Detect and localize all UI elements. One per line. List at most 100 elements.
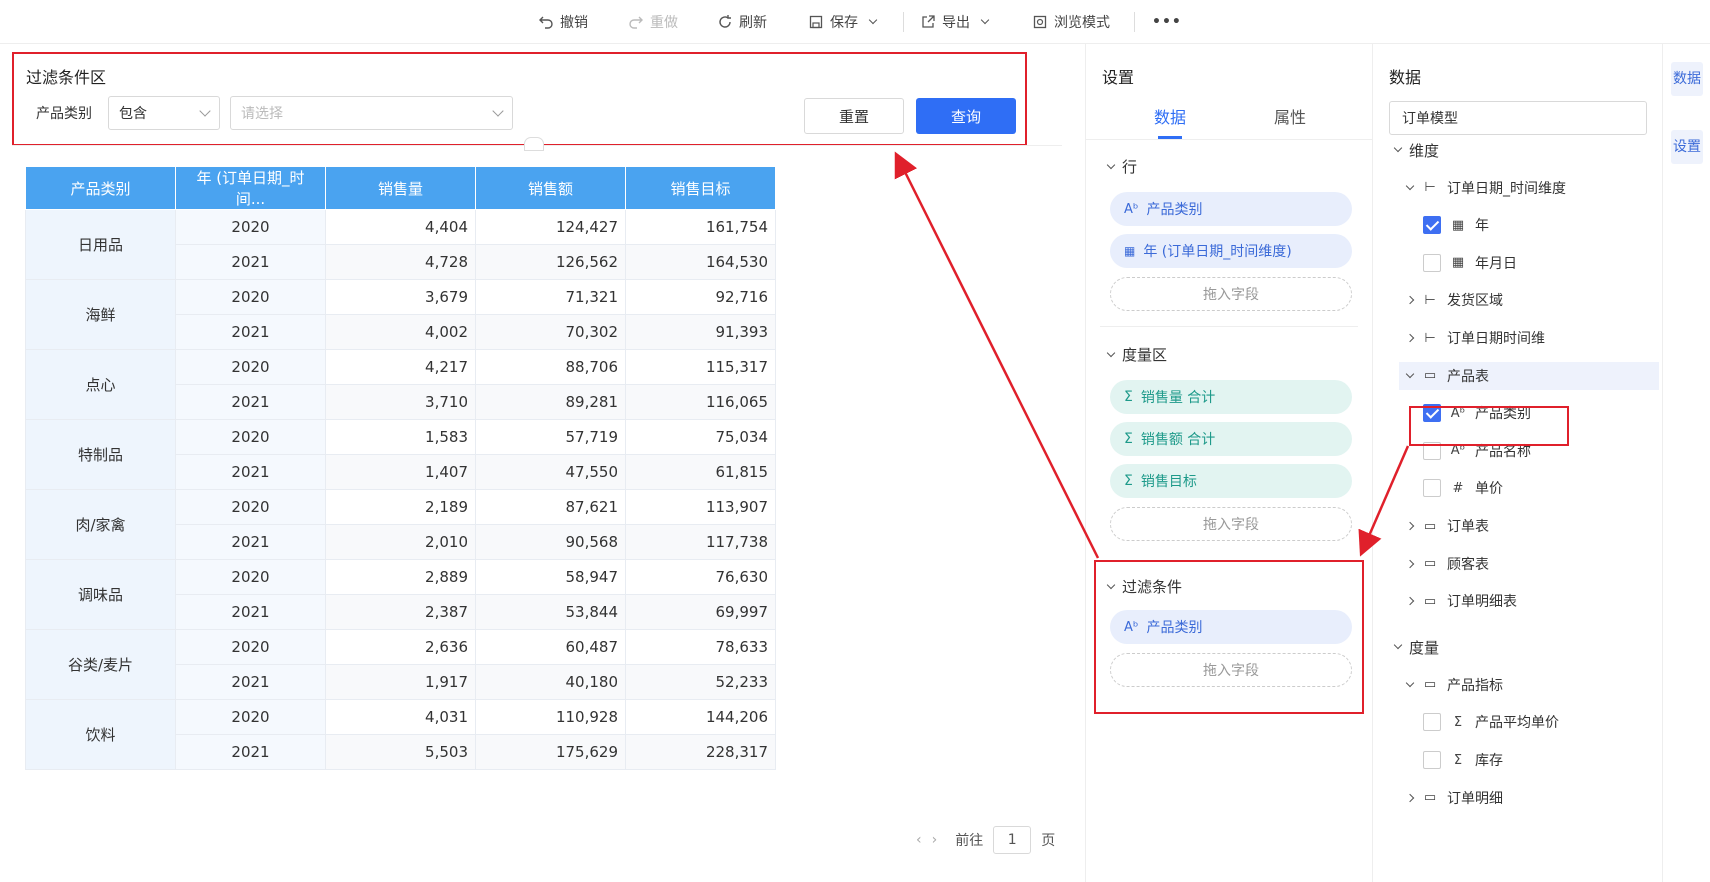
rows-section-label: 行 [1122,158,1138,176]
row-field-pill[interactable]: Aᵇ 产品类别 [1110,192,1352,226]
value-cell: 2,010 [325,524,476,560]
tree-item-label: 顾客表 [1447,556,1489,573]
side-tab-settings[interactable]: 设置 [1671,130,1703,164]
prev-page-icon[interactable]: ‹ [916,832,922,848]
value-cell: 69,997 [625,594,776,630]
tree-folder-item[interactable]: ▭ 订单明细 [1405,784,1503,812]
tree-field-item[interactable]: Σ 库存 [1423,746,1503,774]
value-cell: 2,387 [325,594,476,630]
table-row: 谷类/麦片 2020 2,636 60,487 78,633 [25,629,776,700]
sum-icon: Σ [1453,714,1463,730]
filter-drop-zone[interactable]: 拖入字段 [1110,653,1352,687]
chevron-down-icon [1405,369,1415,378]
column-header[interactable]: 产品类别 [25,166,176,210]
column-header[interactable]: 销售额 [475,166,626,210]
tree-folder-item[interactable]: ▭ 产品指标 [1405,671,1503,699]
tree-folder-item[interactable]: ▭ 订单明细表 [1405,587,1517,615]
filter-field-label: 产品类别 [1146,620,1203,636]
sum-icon: Σ [1124,431,1133,447]
filter-field-pill[interactable]: Aᵇ 产品类别 [1110,610,1352,644]
chevron-down-icon [980,15,990,25]
field-checkbox[interactable] [1423,253,1441,272]
value-cell: 53,844 [475,594,626,630]
rows-section-header[interactable]: 行 [1106,156,1138,177]
redo-icon [629,16,643,29]
row-field-pill[interactable]: ▦ 年 (订单日期_时间维度) [1110,234,1352,268]
measure-section-header[interactable]: 度量区 [1106,344,1167,365]
measures-group[interactable]: 度量 [1393,633,1439,661]
tree-field-item[interactable]: ▦ 年月日 [1423,249,1517,277]
tree-item-label: 产品平均单价 [1475,715,1559,732]
redo-button[interactable]: 重做 [628,10,678,34]
value-cell: 2,889 [325,559,476,595]
next-page-icon[interactable]: › [932,832,938,848]
toolbar-divider [903,12,904,32]
value-cell: 1,583 [325,419,476,455]
tree-folder-item[interactable]: ⊢ 订单日期_时间维度 [1405,174,1566,202]
table-row: 肉/家禽 2020 2,189 87,621 113,907 [25,489,776,560]
arrow-to-filter-area [894,151,1100,559]
value-cell: 113,907 [625,489,776,525]
column-header[interactable]: 销售目标 [625,166,776,210]
measure-drop-zone[interactable]: 拖入字段 [1110,507,1352,541]
tree-field-item[interactable]: Σ 产品平均单价 [1423,708,1559,736]
tree-item-label: 订单日期时间维 [1447,331,1545,347]
row-field-label: 年 (订单日期_时间维度) [1143,244,1292,260]
field-checkbox[interactable] [1423,479,1441,498]
hierarchy-icon: ⊢ [1424,180,1436,196]
value-cell: 5,503 [325,734,476,770]
tab-data[interactable]: 数据 [1154,104,1186,128]
tree-folder-item[interactable]: ⊢ 订单日期时间维 [1405,324,1545,352]
tree-item-label: 年月日 [1475,255,1517,272]
page-input[interactable]: 1 [993,826,1032,854]
tree-folder-item[interactable]: ⊢ 发货区域 [1405,286,1503,314]
measure-field-pill[interactable]: Σ 销售目标 [1110,464,1352,498]
dimensions-label: 维度 [1409,141,1440,160]
row-drop-zone[interactable]: 拖入字段 [1110,277,1352,311]
more-icon[interactable]: ••• [1152,10,1182,34]
value-cell: 144,206 [625,699,776,735]
column-header[interactable]: 销售量 [325,166,476,210]
collapse-handle[interactable] [524,137,544,151]
value-cell: 76,630 [625,559,776,595]
operator-select[interactable]: 包含 [108,96,220,130]
value-cell: 126,562 [475,244,626,280]
value-cell: 3,710 [325,384,476,420]
tree-folder-item[interactable]: ▭ 产品表 [1399,361,1659,390]
model-select[interactable]: 订单模型 [1389,101,1647,135]
tree-field-item[interactable]: # 单价 [1423,474,1503,502]
value-cell: 70,302 [475,314,626,350]
value-cell: 3,679 [325,279,476,315]
tree-item-label: 年 [1475,218,1489,235]
query-button[interactable]: 查询 [916,98,1016,134]
filter-section-header[interactable]: 过滤条件 [1106,576,1182,597]
field-checkbox[interactable] [1423,751,1441,769]
value-cell: 4,728 [325,244,476,280]
value-select[interactable]: 请选择 [230,96,513,130]
dimensions-group[interactable]: 维度 [1393,136,1440,164]
column-header[interactable]: 年 (订单日期_时间... [175,166,326,210]
field-checkbox[interactable] [1423,216,1441,235]
tree-field-item[interactable]: ▦ 年 [1423,211,1489,239]
tab-properties[interactable]: 属性 [1274,104,1306,128]
export-button[interactable]: 导出 [920,10,990,34]
chevron-right-icon [1405,793,1415,802]
value-cell: 164,530 [625,244,776,280]
chevron-down-icon [1106,160,1116,169]
measure-field-pill[interactable]: Σ 销售额 合计 [1110,422,1352,456]
measure-field-pill[interactable]: Σ 销售量 合计 [1110,380,1352,414]
year-cell: 2020 [175,559,326,595]
measure-field-label: 销售额 合计 [1140,432,1216,448]
reset-button[interactable]: 重置 [804,98,904,134]
browse-mode-button[interactable]: 浏览模式 [1032,10,1110,34]
side-tab-data[interactable]: 数据 [1671,62,1703,96]
redo-label: 重做 [650,15,678,31]
field-checkbox[interactable] [1423,713,1441,732]
undo-button[interactable]: 撤销 [538,10,588,34]
refresh-button[interactable]: 刷新 [717,10,767,34]
tree-folder-item[interactable]: ▭ 订单表 [1405,512,1489,540]
pivot-table: 产品类别 年 (订单日期_时间... 销售量 销售额 销售目标 日用品 2020 4… [25,166,776,770]
value-cell: 58,947 [475,559,626,595]
tree-folder-item[interactable]: ▭ 顾客表 [1405,550,1489,578]
save-button[interactable]: 保存 [808,10,878,34]
